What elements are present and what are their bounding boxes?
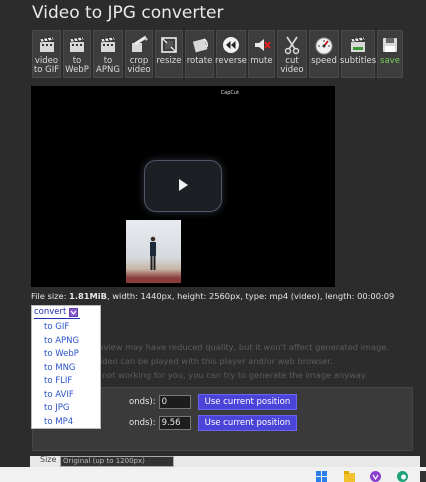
- resize-icon: [158, 34, 180, 56]
- convert-menu: convert to GIF to APNG to WebP to MNG to…: [31, 305, 101, 429]
- end-time-input[interactable]: [158, 416, 191, 430]
- taskbar: [0, 467, 426, 482]
- app-icon[interactable]: [370, 471, 381, 482]
- convert-label: convert: [34, 307, 67, 317]
- menu-item-to-gif[interactable]: to GIF: [44, 321, 79, 335]
- tool-label: reverse: [215, 56, 247, 66]
- video-thumbnail: [126, 220, 181, 283]
- tool-speed[interactable]: speed: [309, 30, 339, 78]
- end-label: onds):: [129, 418, 156, 428]
- tool-subtitles[interactable]: subtitles: [339, 30, 377, 78]
- tool-mute[interactable]: mute: [248, 30, 275, 78]
- file-info-details: , width: 1440px, height: 2560px, type: m…: [106, 291, 395, 301]
- subtitles-icon: [347, 34, 369, 56]
- size-row: Size Original (up to 1200px): [30, 455, 420, 467]
- use-current-position-button[interactable]: Use current position: [197, 415, 298, 431]
- tool-save[interactable]: save: [377, 30, 403, 78]
- file-info-prefix: File size:: [31, 291, 70, 301]
- note-line: s not working for you, you can try to ge…: [95, 370, 368, 380]
- windows-start-icon[interactable]: [316, 471, 327, 482]
- end-position-row: onds): Use current position: [129, 415, 298, 431]
- speedometer-icon: [313, 34, 335, 56]
- tool-to-apng[interactable]: to APNG: [93, 30, 123, 78]
- rewind-icon: [220, 34, 242, 56]
- menu-item-to-avif[interactable]: to AVIF: [44, 389, 79, 403]
- use-current-position-button[interactable]: Use current position: [197, 394, 298, 410]
- start-position-row: onds): Use current position: [129, 394, 298, 410]
- play-button[interactable]: [144, 160, 222, 212]
- capcut-watermark: CapCut: [220, 90, 239, 96]
- note-line: review may have reduced quality, but it …: [95, 342, 390, 352]
- menu-item-to-flif[interactable]: to FLIF: [44, 375, 79, 389]
- clapperboard-icon: [97, 34, 119, 56]
- file-size: 1.81MiB: [69, 291, 107, 301]
- tool-reverse[interactable]: reverse: [215, 30, 247, 78]
- tool-label: rotate: [186, 56, 213, 66]
- clapperboard-icon: [36, 34, 58, 56]
- size-label: Size: [40, 455, 57, 464]
- page-title: Video to JPG converter: [32, 3, 224, 23]
- floppy-disk-icon: [379, 34, 401, 56]
- person-figure: [150, 236, 156, 270]
- clapperboard-icon: [66, 34, 88, 56]
- tool-label: to WebP: [65, 56, 89, 75]
- tool-to-gif[interactable]: video to GIF: [32, 30, 61, 78]
- preview-notes: review may have reduced quality, but it …: [95, 340, 389, 382]
- menu-item-to-apng[interactable]: to APNG: [44, 335, 79, 349]
- chevron-down-icon: [69, 307, 79, 317]
- tool-label: video to GIF: [33, 56, 60, 75]
- tool-label: to APNG: [96, 56, 120, 75]
- app-icon[interactable]: [420, 471, 426, 482]
- tool-label: resize: [156, 56, 182, 66]
- convert-menu-toggle[interactable]: convert: [34, 307, 79, 317]
- menu-item-to-mp4[interactable]: to MP4: [44, 416, 79, 430]
- tool-toolbar: video to GIF to WebP to APNG crop video …: [32, 30, 403, 78]
- file-explorer-icon[interactable]: [344, 471, 355, 482]
- rotate-icon: [189, 34, 211, 56]
- tool-label: mute: [250, 56, 273, 66]
- tool-resize[interactable]: resize: [155, 30, 183, 78]
- video-player[interactable]: CapCut: [31, 86, 335, 287]
- tool-label: crop video: [127, 56, 151, 75]
- menu-item-to-webp[interactable]: to WebP: [44, 348, 79, 362]
- tool-crop[interactable]: crop video: [125, 30, 153, 78]
- convert-label-underline: [34, 318, 80, 319]
- menu-item-to-mng[interactable]: to MNG: [44, 362, 79, 376]
- size-select[interactable]: Original (up to 1200px): [60, 456, 174, 467]
- tool-to-webp[interactable]: to WebP: [63, 30, 91, 78]
- tool-label: speed: [311, 56, 337, 66]
- file-info: File size: 1.81MiB, width: 1440px, heigh…: [31, 291, 394, 301]
- convert-menu-list: to GIF to APNG to WebP to MNG to FLIF to…: [44, 321, 79, 429]
- tool-label: subtitles: [339, 56, 377, 66]
- tool-rotate[interactable]: rotate: [185, 30, 214, 78]
- mute-icon: [251, 34, 273, 56]
- scissors-icon: [281, 34, 303, 56]
- crop-icon: [128, 34, 150, 56]
- play-icon: [176, 177, 190, 196]
- edge-browser-icon[interactable]: [397, 471, 408, 482]
- tool-label: cut video: [280, 56, 304, 75]
- tool-cut[interactable]: cut video: [277, 30, 307, 78]
- start-label: onds):: [129, 397, 156, 407]
- menu-item-to-jpg[interactable]: to JPG: [44, 402, 79, 416]
- note-line: video can be played with this player and…: [95, 356, 333, 366]
- tool-label: save: [380, 56, 400, 66]
- start-time-input[interactable]: [158, 395, 191, 409]
